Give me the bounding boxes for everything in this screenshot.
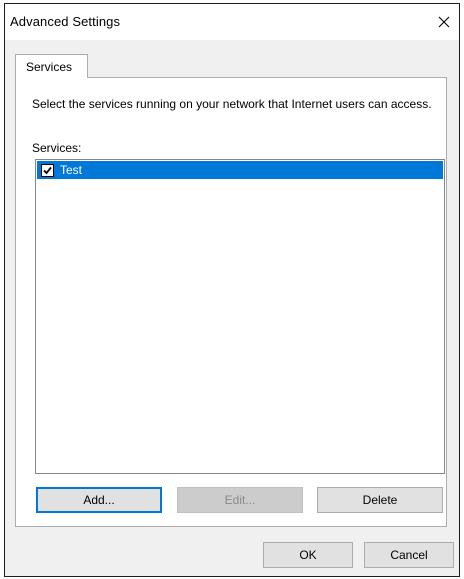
tab-services-label: Services <box>26 60 73 74</box>
page: Advanced Settings Services Select the se… <box>0 0 464 579</box>
advanced-settings-dialog: Advanced Settings Services Select the se… <box>4 3 460 577</box>
edit-button[interactable]: Edit... <box>177 487 303 513</box>
delete-button[interactable]: Delete <box>317 487 443 513</box>
service-label: Test <box>60 163 83 177</box>
services-list[interactable]: Test <box>35 159 445 474</box>
list-item[interactable]: Test <box>37 161 443 179</box>
services-tab-panel: Select the services running on your netw… <box>15 77 447 527</box>
tab-services[interactable]: Services <box>15 54 88 78</box>
close-icon <box>438 16 450 28</box>
service-checkbox[interactable] <box>41 164 54 177</box>
services-label: Services: <box>32 141 82 155</box>
window-title: Advanced Settings <box>10 14 121 29</box>
services-description: Select the services running on your netw… <box>32 97 432 111</box>
cancel-button[interactable]: Cancel <box>364 542 454 568</box>
close-button[interactable] <box>429 4 459 40</box>
checkmark-icon <box>43 166 52 175</box>
add-button[interactable]: Add... <box>36 487 162 513</box>
title-bar[interactable]: Advanced Settings <box>5 4 459 40</box>
ok-button[interactable]: OK <box>263 542 353 568</box>
